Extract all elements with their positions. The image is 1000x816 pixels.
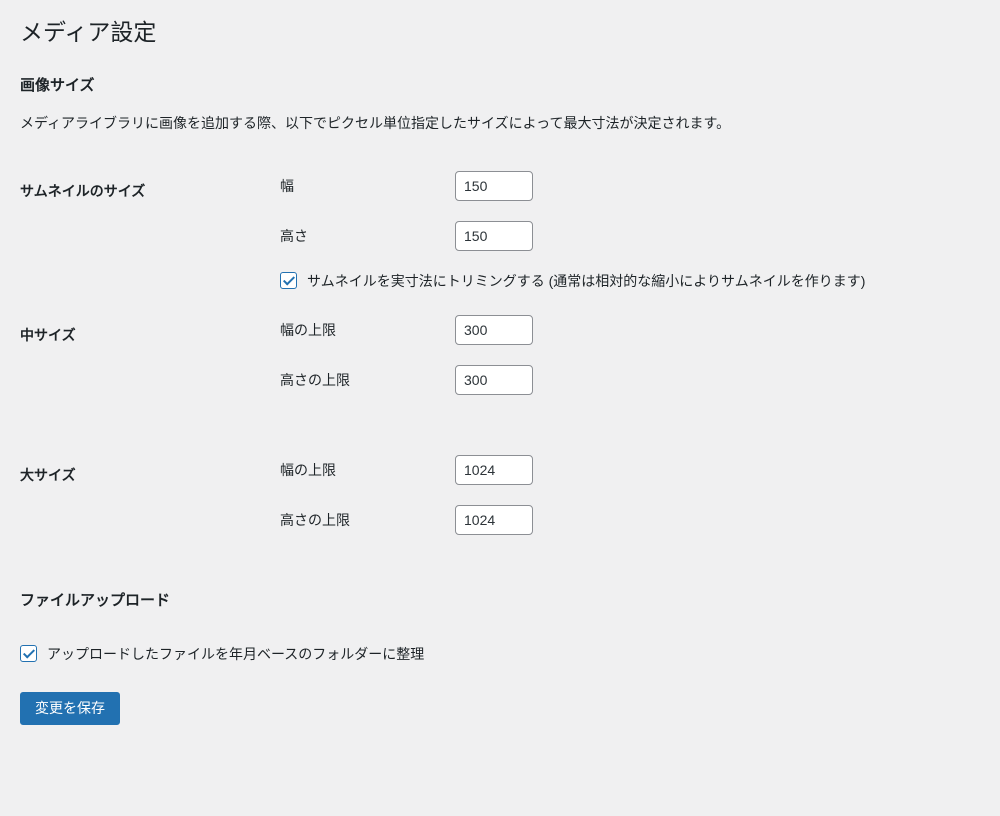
medium-width-row: 幅の上限 [280, 315, 980, 345]
medium-height-label: 高さの上限 [280, 370, 455, 390]
page-title: メディア設定 [20, 18, 980, 48]
thumbnail-height-row: 高さ [280, 221, 980, 251]
medium-label: 中サイズ [20, 315, 280, 419]
save-button[interactable]: 変更を保存 [20, 692, 120, 726]
large-height-row: 高さの上限 [280, 505, 980, 535]
medium-row: 中サイズ 幅の上限 高さの上限 [20, 315, 980, 419]
large-height-label: 高さの上限 [280, 510, 455, 530]
upload-heading: ファイルアップロード [20, 589, 980, 610]
organize-checkbox[interactable] [20, 645, 37, 662]
thumbnail-width-row: 幅 [280, 171, 980, 201]
medium-height-input[interactable] [455, 365, 533, 395]
medium-width-input[interactable] [455, 315, 533, 345]
large-row: 大サイズ 幅の上限 高さの上限 [20, 455, 980, 559]
large-height-input[interactable] [455, 505, 533, 535]
thumbnail-height-label: 高さ [280, 226, 455, 246]
large-label: 大サイズ [20, 455, 280, 559]
settings-table: サムネイルのサイズ 幅 高さ サムネイルを実寸法にトリミングする (通常は相対的… [20, 171, 980, 559]
organize-row: アップロードしたファイルを年月ベースのフォルダーに整理 [20, 644, 980, 664]
thumbnail-crop-row: サムネイルを実寸法にトリミングする (通常は相対的な縮小によりサムネイルを作りま… [280, 271, 980, 291]
image-sizes-heading: 画像サイズ [20, 74, 980, 95]
thumbnail-label: サムネイルのサイズ [20, 171, 280, 315]
thumbnail-row: サムネイルのサイズ 幅 高さ サムネイルを実寸法にトリミングする (通常は相対的… [20, 171, 980, 315]
thumbnail-width-input[interactable] [455, 171, 533, 201]
large-width-input[interactable] [455, 455, 533, 485]
submit-row: 変更を保存 [20, 692, 980, 726]
thumbnail-crop-label[interactable]: サムネイルを実寸法にトリミングする (通常は相対的な縮小によりサムネイルを作りま… [307, 271, 865, 291]
medium-width-label: 幅の上限 [280, 320, 455, 340]
large-width-row: 幅の上限 [280, 455, 980, 485]
thumbnail-height-input[interactable] [455, 221, 533, 251]
thumbnail-width-label: 幅 [280, 176, 455, 196]
thumbnail-crop-checkbox[interactable] [280, 272, 297, 289]
large-width-label: 幅の上限 [280, 460, 455, 480]
organize-label[interactable]: アップロードしたファイルを年月ベースのフォルダーに整理 [47, 644, 424, 664]
image-sizes-description: メディアライブラリに画像を追加する際、以下でピクセル単位指定したサイズによって最… [20, 113, 980, 133]
medium-height-row: 高さの上限 [280, 365, 980, 395]
upload-section: ファイルアップロード アップロードしたファイルを年月ベースのフォルダーに整理 [20, 589, 980, 664]
